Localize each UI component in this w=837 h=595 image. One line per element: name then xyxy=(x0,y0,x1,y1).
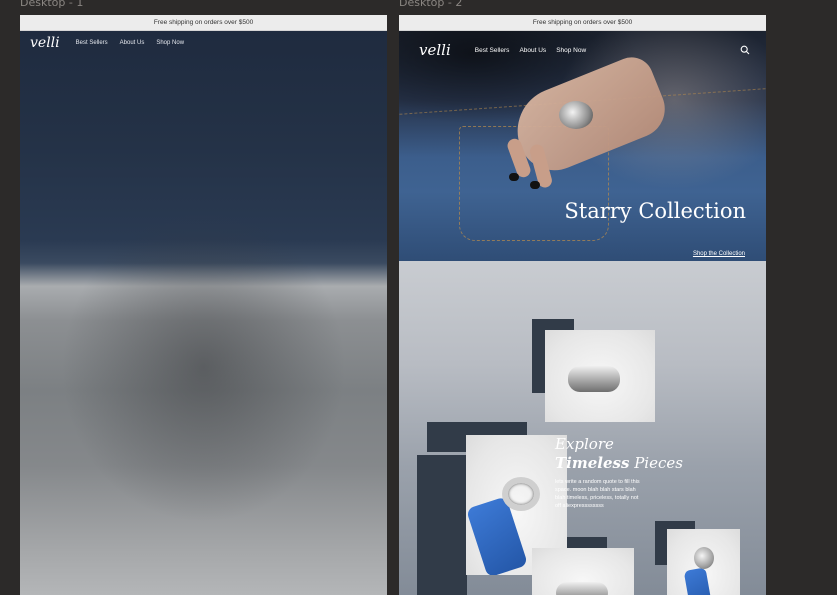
section-heading-line2: Timeless Pieces xyxy=(555,454,683,472)
ring-photo-top[interactable] xyxy=(545,330,655,422)
heading-end: Pieces xyxy=(634,454,683,472)
artboard-desktop-2[interactable]: Free shipping on orders over $500 Starry… xyxy=(399,15,766,595)
band-ring-image xyxy=(568,366,620,392)
frame-label-desktop-2[interactable]: Desktop - 2 xyxy=(399,0,462,9)
promo-banner: Free shipping on orders over $500 xyxy=(20,15,387,31)
ring-image xyxy=(694,547,714,569)
heading-bold: Timeless xyxy=(555,454,630,472)
nav-best-sellers[interactable]: Best Sellers xyxy=(76,40,108,46)
diamond-ring-image xyxy=(502,477,540,511)
fingernail xyxy=(530,181,540,189)
nav-shop-now[interactable]: Shop Now xyxy=(556,47,586,54)
main-nav: velli Best Sellers About Us Shop Now xyxy=(399,39,766,61)
artboard-desktop-1[interactable]: Free shipping on orders over $500 velli … xyxy=(20,15,387,595)
hero-section: Starry Collection Shop the Collection xyxy=(399,31,766,261)
nav-about-us[interactable]: About Us xyxy=(519,47,546,54)
hero-title: Starry Collection xyxy=(564,199,746,223)
section-heading-line1: Explore xyxy=(555,435,614,453)
decor-block xyxy=(417,455,467,595)
nav-shop-now[interactable]: Shop Now xyxy=(156,40,184,46)
ring-photo-right[interactable] xyxy=(667,529,740,595)
search-icon[interactable] xyxy=(740,45,750,55)
nav-about-us[interactable]: About Us xyxy=(120,40,145,46)
hero-image-placeholder xyxy=(20,31,387,595)
fingernail xyxy=(509,173,519,181)
shop-collection-link[interactable]: Shop the Collection xyxy=(693,251,745,257)
logo[interactable]: velli xyxy=(30,35,60,51)
collection-section: Explore Timeless Pieces lets write a ran… xyxy=(399,261,766,595)
logo[interactable]: velli xyxy=(419,41,451,59)
lion-ring-image xyxy=(559,101,593,129)
main-nav: velli Best Sellers About Us Shop Now xyxy=(20,35,387,51)
band-ring-image xyxy=(556,582,608,595)
section-body: lets write a random quote to fill this s… xyxy=(555,479,640,509)
promo-banner: Free shipping on orders over $500 xyxy=(399,15,766,31)
ring-photo-bottom[interactable] xyxy=(532,548,634,595)
nav-best-sellers[interactable]: Best Sellers xyxy=(475,47,510,54)
frame-label-desktop-1[interactable]: Desktop - 1 xyxy=(20,0,83,9)
